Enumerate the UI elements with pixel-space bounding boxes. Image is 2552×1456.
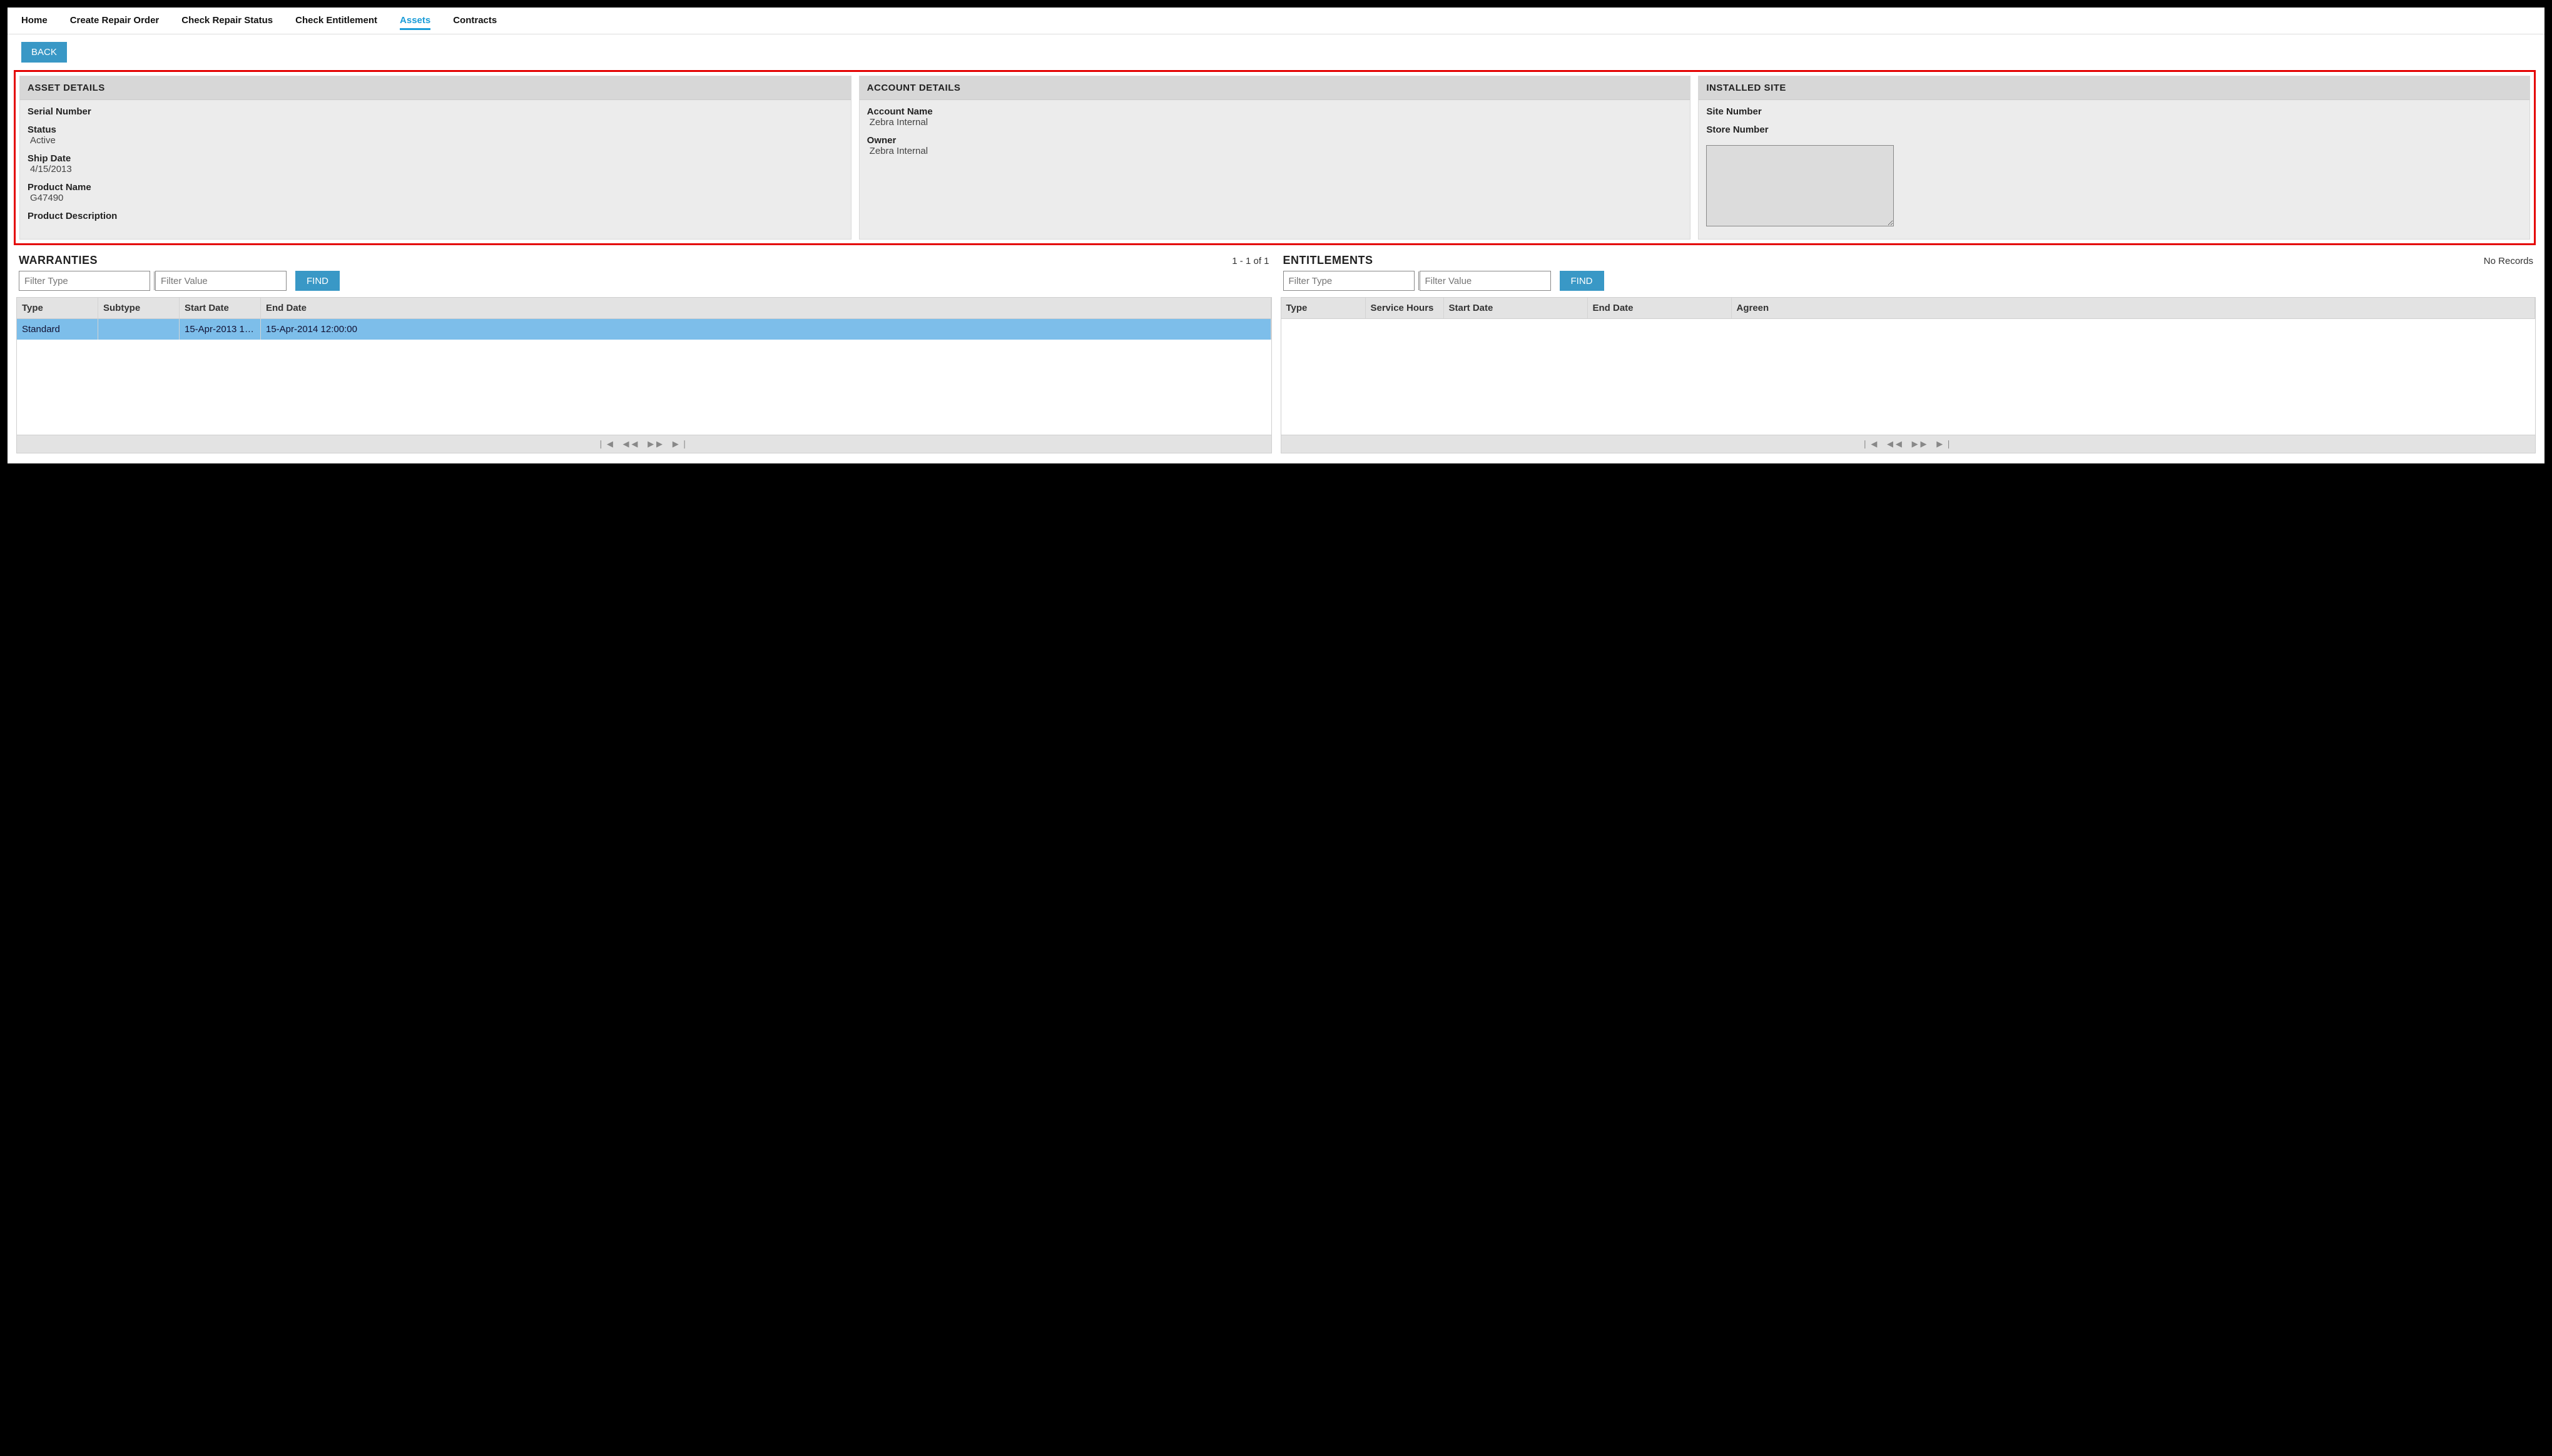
pager-first-icon[interactable]: ❘◀: [596, 439, 617, 448]
account-name-label: Account Name: [867, 106, 1683, 117]
warranties-grid: Type Subtype Start Date End Date Standar…: [16, 297, 1272, 453]
top-nav: Home Create Repair Order Check Repair St…: [8, 8, 2544, 34]
back-button[interactable]: BACK: [21, 42, 67, 63]
ship-date-label: Ship Date: [28, 153, 843, 164]
entitlements-grid: Type Service Hours Start Date End Date A…: [1281, 297, 2536, 453]
warranties-filter-type-input[interactable]: [19, 271, 154, 290]
table-row[interactable]: Standard 15-Apr-2013 12:0... 15-Apr-2014…: [17, 319, 1271, 340]
entitlements-count: No Records: [2484, 256, 2533, 266]
asset-details-header: ASSET DETAILS: [20, 76, 851, 100]
col-start-date[interactable]: Start Date: [180, 298, 261, 318]
warranties-find-button[interactable]: FIND: [295, 271, 340, 291]
status-value: Active: [28, 135, 843, 146]
site-number-label: Site Number: [1706, 106, 2522, 117]
col-end-date[interactable]: End Date: [1588, 298, 1732, 318]
entitlements-title: ENTITLEMENTS: [1283, 254, 1373, 267]
pager-first-icon[interactable]: ❘◀: [1860, 439, 1881, 448]
app-window: Home Create Repair Order Check Repair St…: [8, 8, 2544, 463]
col-end-date[interactable]: End Date: [261, 298, 1271, 318]
entitlements-pager: ❘◀ ◀◀ ▶▶ ▶❘: [1281, 435, 2536, 453]
col-type[interactable]: Type: [1281, 298, 1366, 318]
account-name-value: Zebra Internal: [867, 117, 1683, 128]
account-details-panel: ACCOUNT DETAILS Account Name Zebra Inter…: [859, 76, 1691, 240]
warranties-title: WARRANTIES: [19, 254, 98, 267]
warranties-count: 1 - 1 of 1: [1232, 256, 1269, 266]
product-name-label: Product Name: [28, 182, 843, 193]
installed-site-header: INSTALLED SITE: [1699, 76, 2529, 100]
store-number-label: Store Number: [1706, 124, 2522, 135]
entitlements-find-button[interactable]: FIND: [1560, 271, 1604, 291]
col-service-hours[interactable]: Service Hours: [1366, 298, 1444, 318]
installed-site-panel: INSTALLED SITE Site Number Store Number: [1698, 76, 2530, 240]
nav-home[interactable]: Home: [21, 13, 48, 30]
owner-label: Owner: [867, 135, 1683, 146]
cell-type: Standard: [17, 319, 98, 340]
nav-create-repair-order[interactable]: Create Repair Order: [70, 13, 160, 30]
nav-check-repair-status[interactable]: Check Repair Status: [181, 13, 273, 30]
cell-subtype: [98, 319, 180, 340]
col-start-date[interactable]: Start Date: [1444, 298, 1588, 318]
lower-grids: WARRANTIES 1 - 1 of 1 ⌄ FIND Type Subtyp…: [8, 250, 2544, 457]
ship-date-value: 4/15/2013: [28, 164, 843, 174]
pager-prev-icon[interactable]: ◀◀: [1886, 439, 1906, 448]
warranties-section: WARRANTIES 1 - 1 of 1 ⌄ FIND Type Subtyp…: [16, 253, 1272, 453]
warranties-filter-type[interactable]: ⌄: [19, 271, 150, 291]
col-subtype[interactable]: Subtype: [98, 298, 180, 318]
pager-next-icon[interactable]: ▶▶: [646, 439, 666, 448]
asset-details-panel: ASSET DETAILS Serial Number Status Activ…: [19, 76, 852, 240]
serial-number-label: Serial Number: [28, 106, 843, 117]
nav-assets[interactable]: Assets: [400, 13, 430, 30]
site-textarea[interactable]: [1706, 145, 1894, 226]
col-type[interactable]: Type: [17, 298, 98, 318]
cell-end: 15-Apr-2014 12:00:00: [261, 319, 1271, 340]
owner-value: Zebra Internal: [867, 146, 1683, 156]
account-details-header: ACCOUNT DETAILS: [860, 76, 1690, 100]
product-description-label: Product Description: [28, 211, 843, 221]
warranties-pager: ❘◀ ◀◀ ▶▶ ▶❘: [17, 435, 1271, 453]
entitlements-section: ENTITLEMENTS No Records ⌄ FIND Type Serv…: [1281, 253, 2536, 453]
col-agreement[interactable]: Agreen: [1732, 298, 2536, 318]
product-name-value: G47490: [28, 193, 843, 203]
entitlements-filter-type[interactable]: ⌄: [1283, 271, 1415, 291]
pager-next-icon[interactable]: ▶▶: [1911, 439, 1931, 448]
pager-last-icon[interactable]: ▶❘: [671, 439, 692, 448]
status-label: Status: [28, 124, 843, 135]
pager-last-icon[interactable]: ▶❘: [1935, 439, 1956, 448]
entitlements-filter-value-input[interactable]: [1420, 271, 1551, 291]
nav-contracts[interactable]: Contracts: [453, 13, 497, 30]
cell-start: 15-Apr-2013 12:0...: [180, 319, 261, 340]
details-highlight: ASSET DETAILS Serial Number Status Activ…: [14, 70, 2536, 245]
entitlements-filter-type-input[interactable]: [1284, 271, 1418, 290]
nav-check-entitlement[interactable]: Check Entitlement: [295, 13, 377, 30]
pager-prev-icon[interactable]: ◀◀: [621, 439, 641, 448]
warranties-filter-value-input[interactable]: [155, 271, 287, 291]
